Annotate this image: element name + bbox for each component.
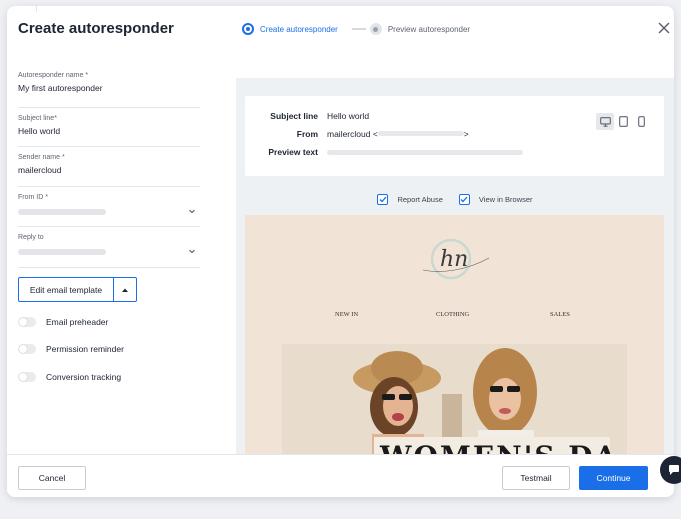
field-label: Autoresponder name * bbox=[18, 72, 89, 79]
step-inactive-icon bbox=[369, 23, 382, 35]
permission-reminder-toggle[interactable] bbox=[18, 344, 36, 354]
preview-text-placeholder bbox=[327, 150, 523, 155]
reply-to-select[interactable]: Reply to bbox=[18, 227, 200, 268]
preview-panel: Subject line Hello world From mailerclou… bbox=[236, 78, 674, 454]
email-preheader-toggle-row[interactable]: Email preheader bbox=[18, 317, 108, 327]
email-preheader-toggle[interactable] bbox=[18, 317, 36, 327]
modal-footer: Cancel Testmail Continue bbox=[7, 454, 674, 497]
toggle-label: Email preheader bbox=[46, 317, 109, 327]
brand-logo: hn bbox=[422, 238, 490, 280]
from-value-end: > bbox=[463, 129, 469, 139]
field-label: Reply to bbox=[18, 234, 44, 241]
report-abuse-label: Report Abuse bbox=[397, 195, 443, 204]
toggle-label: Conversion tracking bbox=[46, 372, 122, 382]
desktop-icon bbox=[599, 116, 611, 127]
view-in-browser-option[interactable]: View in Browser bbox=[458, 194, 533, 205]
chat-widget-button[interactable] bbox=[660, 456, 681, 484]
step-create-label[interactable]: Create autoresponder bbox=[260, 25, 338, 34]
preview-text-key: Preview text bbox=[268, 147, 318, 157]
check-icon bbox=[379, 196, 387, 203]
redacted-value bbox=[18, 249, 106, 255]
edit-template-group: Edit email template bbox=[18, 277, 137, 302]
redacted-value bbox=[18, 209, 106, 215]
field-label: From ID * bbox=[18, 194, 48, 201]
testmail-button[interactable]: Testmail bbox=[502, 466, 570, 490]
field-label: Subject line* bbox=[18, 115, 57, 122]
redacted-email bbox=[377, 131, 464, 136]
from-row: From mailercloud < > bbox=[245, 129, 469, 139]
template-options-button[interactable] bbox=[113, 277, 137, 302]
email-header-card: Subject line Hello world From mailerclou… bbox=[245, 96, 664, 176]
subject-line-input[interactable]: Hello world bbox=[18, 126, 200, 136]
mobile-icon bbox=[637, 116, 645, 127]
autoresponder-name-field[interactable]: Autoresponder name * My first autorespon… bbox=[18, 72, 200, 108]
view-in-browser-checkbox[interactable] bbox=[458, 194, 470, 205]
modal-title: Create autoresponder bbox=[18, 20, 174, 37]
from-key: From bbox=[296, 129, 318, 139]
subject-row: Subject line Hello world bbox=[245, 111, 369, 121]
chat-icon bbox=[669, 465, 679, 475]
desktop-view-button[interactable] bbox=[596, 113, 614, 130]
from-id-select[interactable]: From ID * bbox=[18, 187, 200, 227]
conversion-tracking-toggle[interactable] bbox=[18, 372, 36, 382]
device-switcher bbox=[596, 113, 650, 130]
preview-options: Report Abuse View in Browser bbox=[236, 194, 674, 205]
view-in-browser-label: View in Browser bbox=[478, 195, 533, 204]
sender-name-input[interactable]: mailercloud bbox=[18, 165, 200, 175]
step-active-icon bbox=[242, 23, 254, 35]
email-nav-item[interactable]: CLOTHING bbox=[436, 311, 469, 318]
cancel-button[interactable]: Cancel bbox=[18, 466, 86, 490]
email-nav-item[interactable]: SALES bbox=[550, 311, 570, 318]
check-icon bbox=[460, 196, 468, 203]
svg-text:hn: hn bbox=[440, 247, 468, 272]
subject-value: Hello world bbox=[327, 111, 370, 121]
step-preview-label[interactable]: Preview autoresponder bbox=[388, 25, 470, 34]
preview-text-row: Preview text bbox=[245, 147, 523, 157]
womens-day-banner: WOMEN'S DAY bbox=[374, 437, 610, 454]
subject-line-field[interactable]: Subject line* Hello world bbox=[18, 108, 200, 147]
continue-button[interactable]: Continue bbox=[579, 466, 648, 490]
email-nav-item[interactable]: NEW IN bbox=[335, 311, 358, 318]
mobile-view-button[interactable] bbox=[632, 113, 650, 130]
chevron-down-icon[interactable] bbox=[188, 247, 196, 255]
caret-up-icon bbox=[122, 288, 128, 292]
report-abuse-checkbox[interactable] bbox=[377, 194, 389, 205]
edit-email-template-button[interactable]: Edit email template bbox=[18, 277, 113, 302]
subject-key: Subject line bbox=[270, 111, 318, 121]
autoresponder-name-input[interactable]: My first autoresponder bbox=[18, 83, 200, 93]
chevron-down-icon[interactable] bbox=[188, 207, 196, 215]
step-connector bbox=[351, 28, 366, 30]
permission-reminder-toggle-row[interactable]: Permission reminder bbox=[18, 344, 124, 354]
email-preview: hn NEW IN CLOTHING SALES bbox=[245, 215, 664, 454]
tablet-icon bbox=[618, 116, 628, 127]
stepper: Create autoresponder Preview autorespond… bbox=[242, 23, 470, 35]
hero-image: WOMEN'S DAY bbox=[282, 344, 627, 454]
conversion-tracking-toggle-row[interactable]: Conversion tracking bbox=[18, 372, 121, 382]
sender-name-field[interactable]: Sender name * mailercloud bbox=[18, 147, 200, 187]
toggle-label: Permission reminder bbox=[46, 344, 124, 354]
settings-form: Autoresponder name * My first autorespon… bbox=[18, 72, 200, 268]
tablet-view-button[interactable] bbox=[614, 113, 632, 130]
field-label: Sender name * bbox=[18, 154, 65, 161]
close-icon[interactable] bbox=[657, 21, 671, 35]
create-autoresponder-modal: Create autoresponder Create autoresponde… bbox=[7, 6, 674, 497]
from-value-start: mailercloud < bbox=[327, 129, 378, 139]
report-abuse-option[interactable]: Report Abuse bbox=[377, 194, 443, 205]
divider bbox=[36, 6, 37, 12]
banner-text: WOMEN'S DAY bbox=[380, 440, 610, 454]
